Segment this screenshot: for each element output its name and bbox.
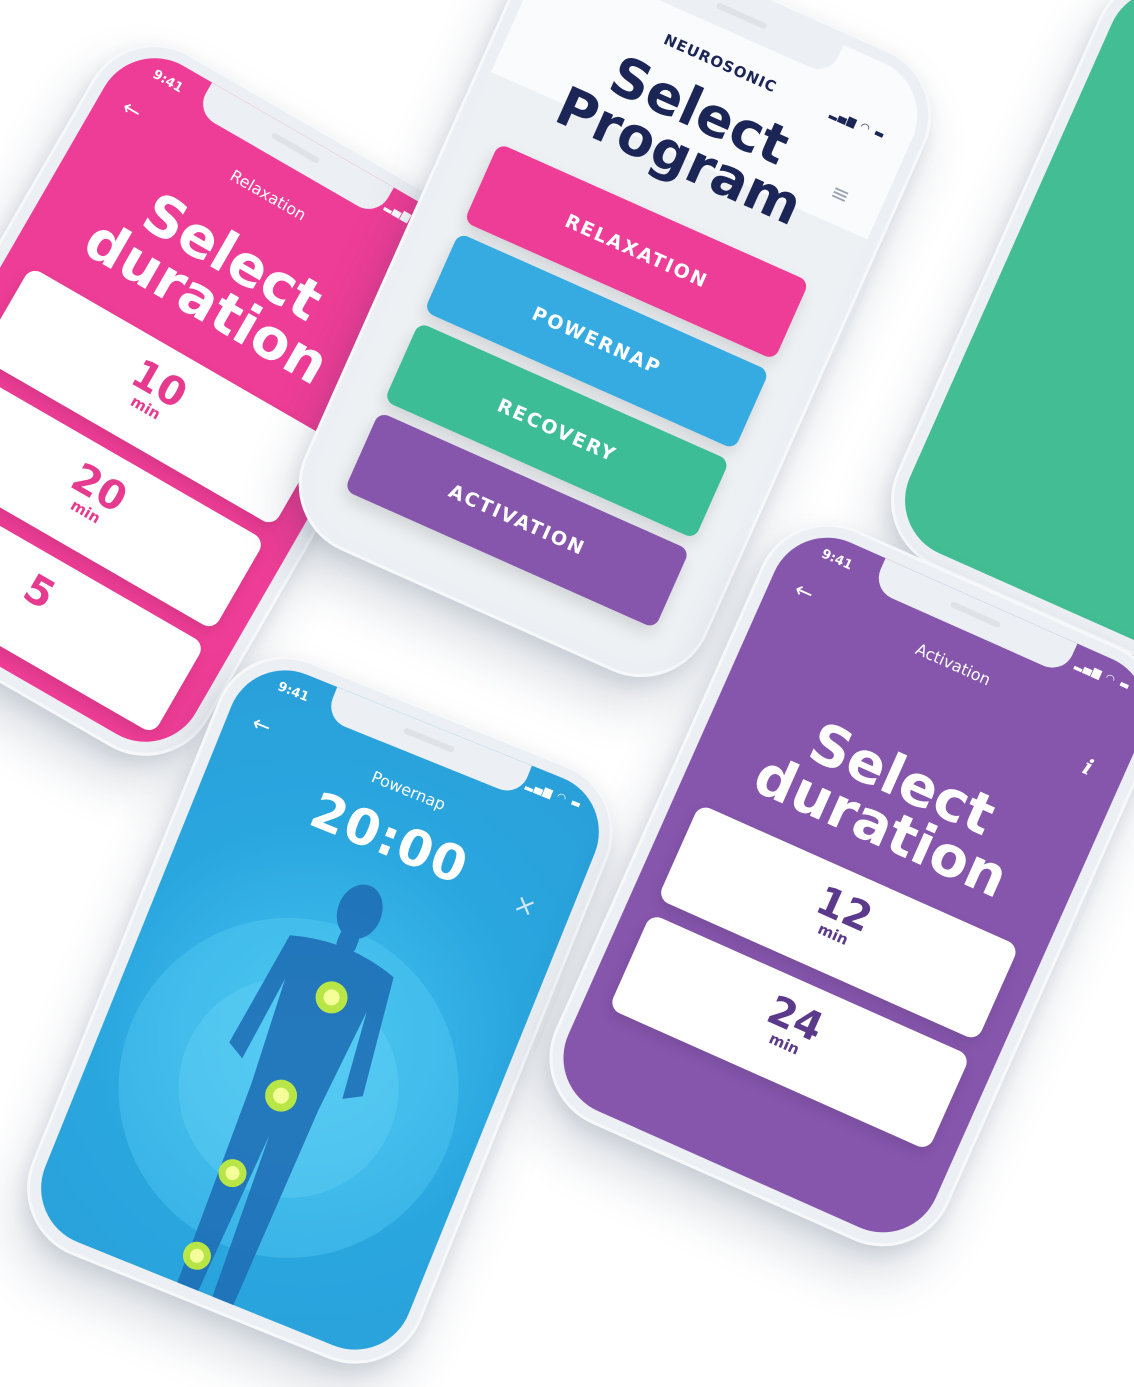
powernap-screen: 9:41 ▂▄▆ ◠ ▬ ← Powernap × 20:00 [23,652,617,1368]
phone-notch [324,686,532,798]
status-time: 9:41 [149,67,186,97]
info-icon[interactable]: i [1079,754,1097,781]
status-icons: ▂▄▆ ◠ ▬ [524,777,585,812]
status-icons: ▂▄▆ ◠ ▬ [1073,657,1133,694]
phone-powernap: 9:41 ▂▄▆ ◠ ▬ ← Powernap × 20:00 [5,634,635,1386]
phone-notch [195,82,394,217]
status-time: 9:41 [275,679,312,706]
status-time: 9:41 [818,546,855,574]
